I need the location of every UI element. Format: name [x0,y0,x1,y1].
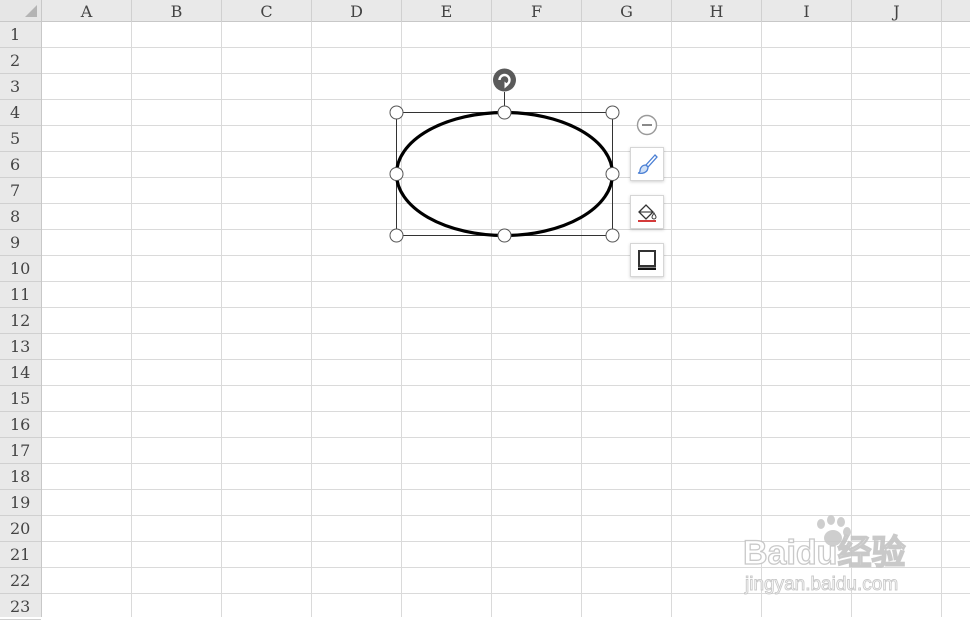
row-header-18[interactable]: 18 [0,464,41,490]
watermark-brand: Baidu经验 [743,533,905,572]
row-header-13[interactable]: 13 [0,334,41,360]
resize-handle-right[interactable] [605,167,620,181]
row-header-11[interactable]: 11 [0,282,41,308]
column-header-e[interactable]: E [402,0,492,22]
resize-handle-left[interactable] [389,167,404,181]
shape-style-button[interactable] [630,147,664,181]
resize-handle-top-left[interactable] [389,105,404,120]
row-header-6[interactable]: 6 [0,152,41,178]
resize-handle-bottom-right[interactable] [605,228,620,243]
row-header-9[interactable]: 9 [0,230,41,256]
row-header-8[interactable]: 8 [0,204,41,230]
column-header-g[interactable]: G [582,0,672,22]
shape-fill-button[interactable] [630,195,664,229]
column-header-c[interactable]: C [222,0,312,22]
row-header-16[interactable]: 16 [0,412,41,438]
resize-handle-bottom-left[interactable] [389,228,404,243]
row-header-5[interactable]: 5 [0,126,41,152]
row-header-19[interactable]: 19 [0,490,41,516]
row-header-22[interactable]: 22 [0,568,41,594]
shape-outline-button[interactable] [630,243,664,277]
resize-handle-top-right[interactable] [605,105,620,120]
column-header-i[interactable]: I [762,0,852,22]
column-header-d[interactable]: D [312,0,402,22]
row-headers: 1 2 3 4 5 6 7 8 9 10 11 12 13 14 15 16 17 18 19 20 21 22 23 [0,22,42,620]
row-header-17[interactable]: 17 [0,438,41,464]
row-header-4[interactable]: 4 [0,100,41,126]
watermark-url: jingyan.baidu.com [744,574,898,595]
ellipse-shape[interactable] [386,64,626,246]
row-header-20[interactable]: 20 [0,516,41,542]
select-all-corner[interactable] [0,0,42,22]
row-header-15[interactable]: 15 [0,386,41,412]
row-header-12[interactable]: 12 [0,308,41,334]
column-header-b[interactable]: B [132,0,222,22]
paintbrush-icon [637,154,658,174]
row-header-23[interactable]: 23 [0,594,41,620]
paint-bucket-icon [638,204,657,222]
rotate-handle-icon[interactable] [493,68,516,92]
row-header-10[interactable]: 10 [0,256,41,282]
column-header-a[interactable]: A [42,0,132,22]
row-header-2[interactable]: 2 [0,48,41,74]
baidu-watermark: Baidu经验 jingyan.baidu.com [743,515,906,595]
resize-handle-top[interactable] [497,105,512,120]
column-header-j[interactable]: J [852,0,942,22]
row-header-14[interactable]: 14 [0,360,41,386]
column-headers: ABCDEFGHIJ [42,0,970,22]
row-header-3[interactable]: 3 [0,74,41,100]
row-header-7[interactable]: 7 [0,178,41,204]
resize-handle-bottom[interactable] [497,228,512,243]
column-header-f[interactable]: F [492,0,582,22]
minus-circle-icon[interactable] [636,114,658,136]
row-header-21[interactable]: 21 [0,542,41,568]
row-header-1[interactable]: 1 [0,22,41,48]
column-header-h[interactable]: H [672,0,762,22]
outline-icon [638,250,656,270]
ellipse-outline[interactable] [394,110,615,238]
